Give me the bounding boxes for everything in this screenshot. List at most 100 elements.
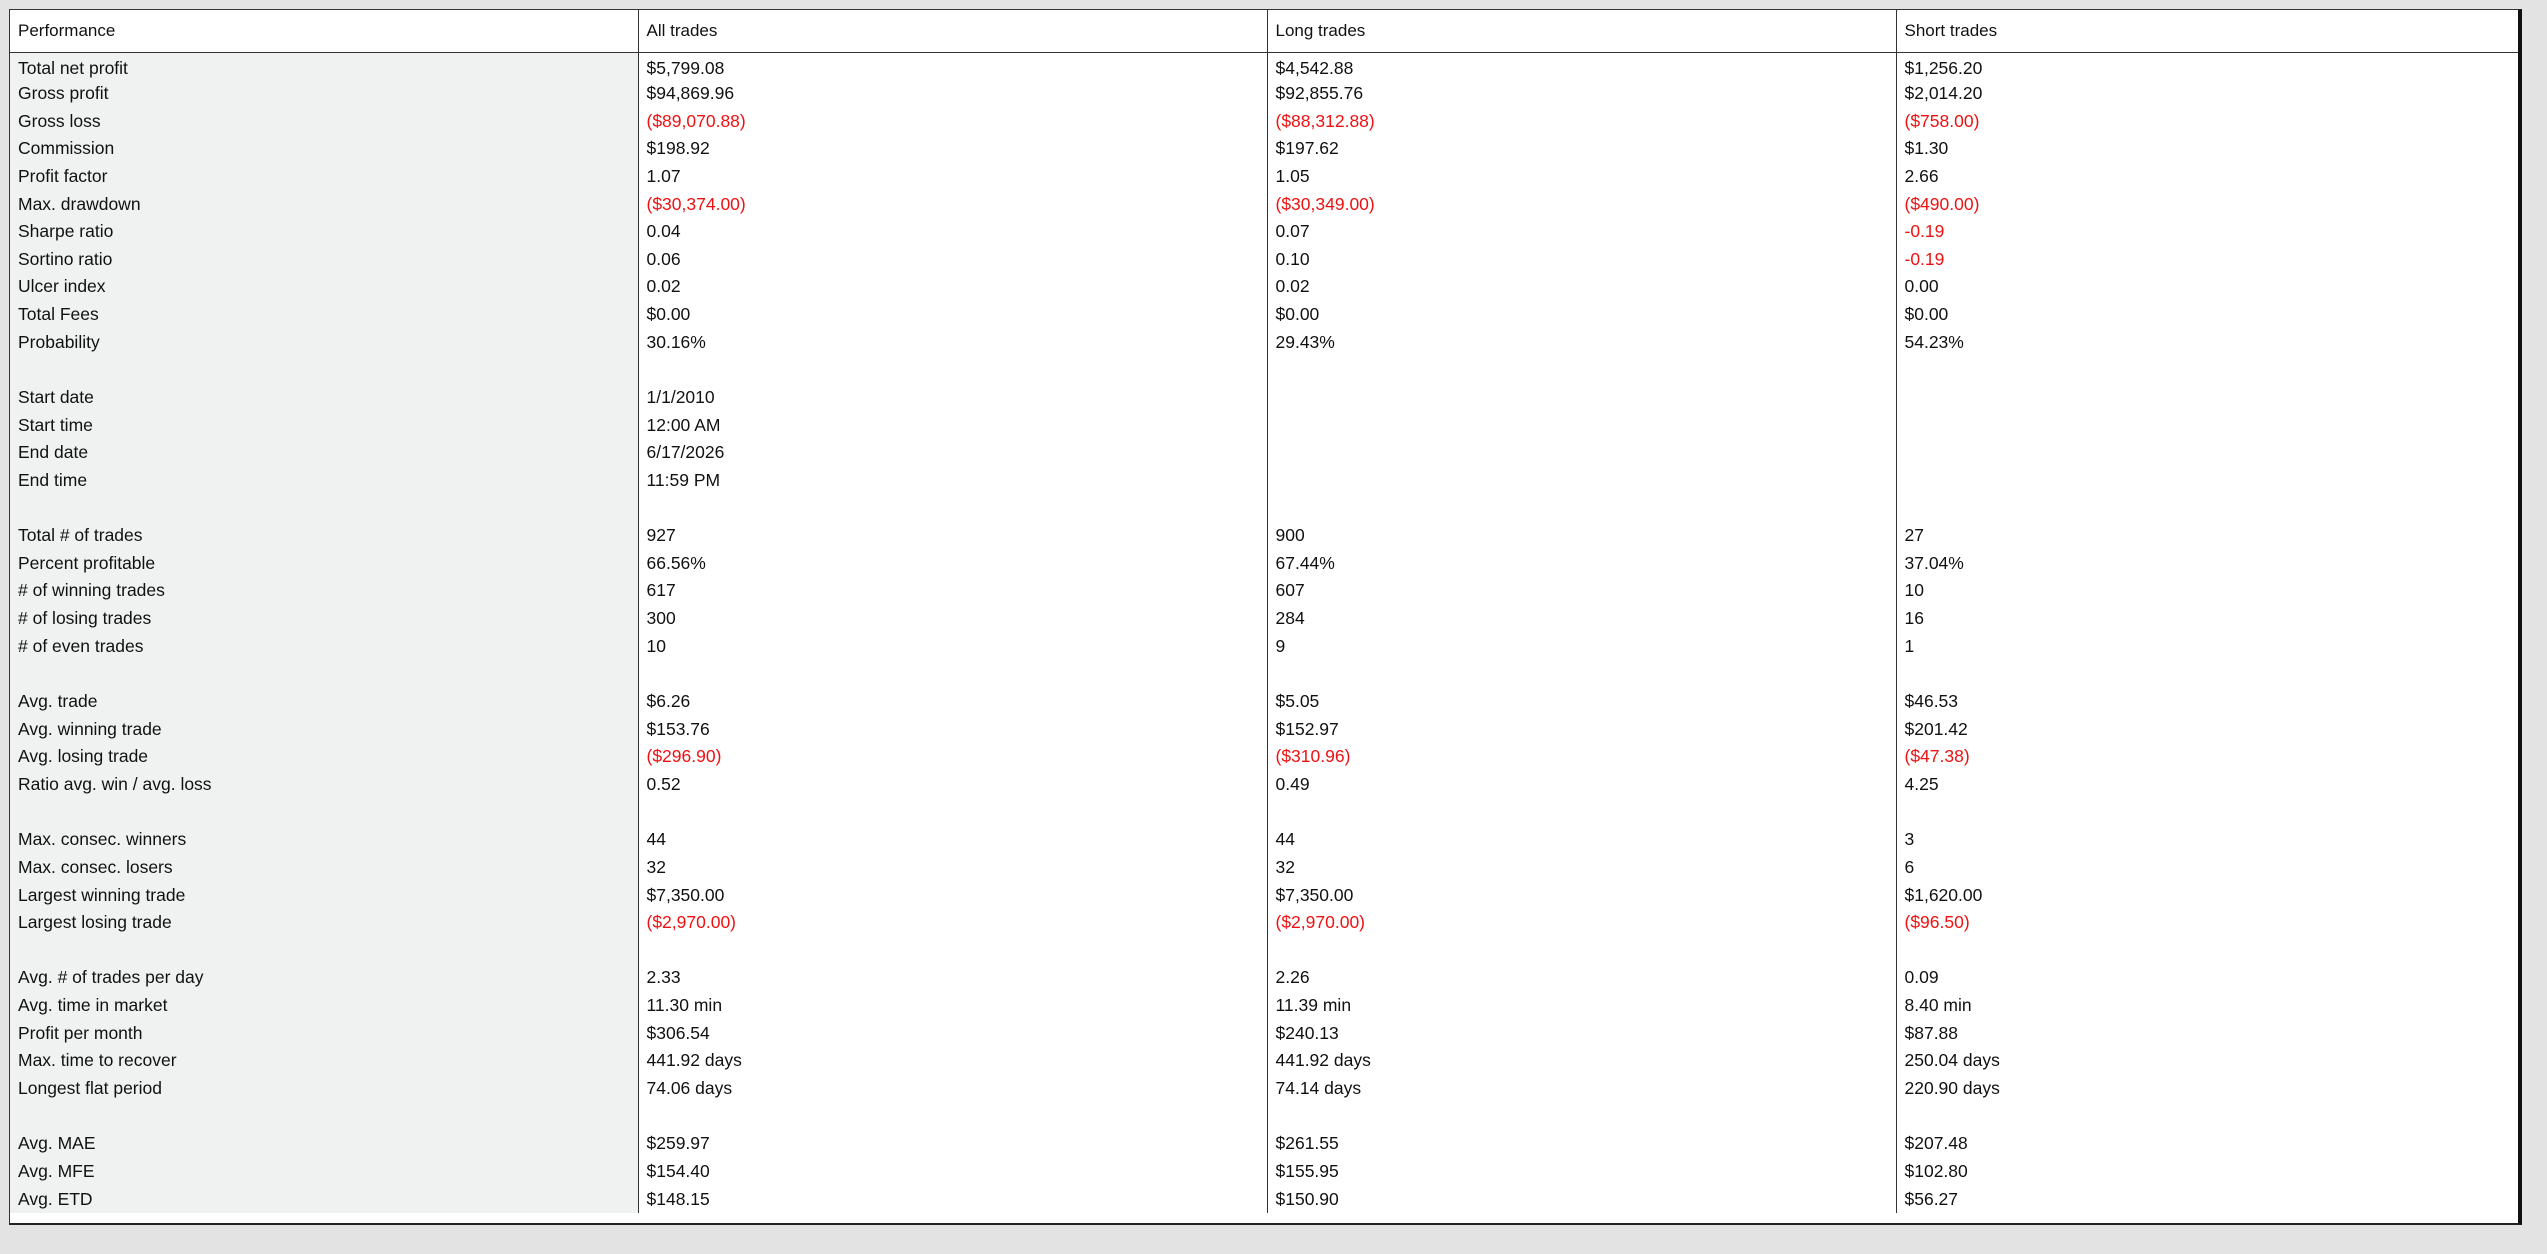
metric-label: Avg. winning trade — [10, 715, 638, 744]
short-trades-value: ($490.00) — [1895, 190, 2518, 218]
metric-label: Total net profit — [10, 52, 638, 80]
metric-label: Profit per month — [10, 1019, 638, 1048]
all-trades-value: 6/17/2026 — [637, 438, 1267, 467]
metric-label — [10, 1102, 638, 1130]
all-trades-value: $198.92 — [637, 134, 1267, 163]
metric-label: Ratio avg. win / avg. loss — [10, 770, 638, 799]
short-trades-value: 0.09 — [1895, 964, 2518, 992]
table-body: Total net profit $5,799.08 $4,542.88 $1,256… — [10, 52, 2518, 1213]
metric-label: Start time — [10, 411, 638, 439]
short-trades-value: 220.90 days — [1895, 1074, 2518, 1103]
metric-label — [10, 660, 638, 688]
table-bottom-margin — [10, 1213, 2518, 1223]
all-trades-value — [637, 1102, 1267, 1130]
long-trades-value: 2.26 — [1266, 964, 1896, 992]
all-trades-value: 2.33 — [637, 964, 1267, 992]
all-trades-value: $148.15 — [637, 1185, 1267, 1213]
metric-label: Sharpe ratio — [10, 217, 638, 246]
short-trades-value: -0.19 — [1895, 245, 2518, 274]
metric-label: Start date — [10, 383, 638, 412]
all-trades-value: 300 — [637, 604, 1267, 633]
short-trades-value: 54.23% — [1895, 328, 2518, 357]
short-trades-value — [1895, 466, 2518, 495]
metric-label: Commission — [10, 134, 638, 163]
metric-label: Sortino ratio — [10, 245, 638, 274]
all-trades-value — [637, 936, 1267, 965]
short-trades-value — [1895, 383, 2518, 412]
metric-label: Avg. MFE — [10, 1157, 638, 1186]
table-row: End date 6/17/2026 — [10, 438, 2518, 467]
long-trades-value — [1266, 411, 1896, 439]
long-trades-value: $152.97 — [1266, 715, 1896, 744]
long-trades-value: $5.05 — [1266, 687, 1896, 716]
metric-label: Avg. trade — [10, 687, 638, 716]
short-trades-value: ($47.38) — [1895, 743, 2518, 771]
long-trades-value: 67.44% — [1266, 549, 1896, 578]
all-trades-value: $259.97 — [637, 1129, 1267, 1158]
short-trades-value: 0.00 — [1895, 273, 2518, 301]
long-trades-value: $7,350.00 — [1266, 881, 1896, 909]
all-trades-value: 0.06 — [637, 245, 1267, 274]
all-trades-value: 11:59 PM — [637, 466, 1267, 495]
all-trades-value: 0.52 — [637, 770, 1267, 799]
metric-label — [10, 798, 638, 826]
all-trades-value: $6.26 — [637, 687, 1267, 716]
table-row: Avg. ETD $148.15 $150.90 $56.27 — [10, 1185, 2518, 1213]
all-trades-value: 617 — [637, 577, 1267, 605]
header-all-trades[interactable]: All trades — [637, 10, 1267, 53]
metric-label: Gross profit — [10, 79, 638, 108]
long-trades-value: $0.00 — [1266, 300, 1896, 329]
long-trades-value: 11.39 min — [1266, 991, 1896, 1020]
table-row: Avg. losing trade ($296.90) ($310.96) ($47.… — [10, 743, 2518, 771]
long-trades-value — [1266, 383, 1896, 412]
metric-label — [10, 494, 638, 522]
table-row: Largest winning trade $7,350.00 $7,350.00 $… — [10, 881, 2518, 909]
table-row: Avg. MAE $259.97 $261.55 $207.48 — [10, 1129, 2518, 1158]
metric-label: Probability — [10, 328, 638, 357]
table-row: Largest losing trade ($2,970.00) ($2,970.0… — [10, 908, 2518, 937]
short-trades-value: 8.40 min — [1895, 991, 2518, 1020]
table-row: Avg. trade $6.26 $5.05 $46.53 — [10, 687, 2518, 716]
table-row: Ulcer index 0.02 0.02 0.00 — [10, 273, 2518, 301]
all-trades-value: $94,869.96 — [637, 79, 1267, 108]
all-trades-value — [637, 660, 1267, 688]
header-performance[interactable]: Performance — [10, 10, 638, 53]
all-trades-value: ($2,970.00) — [637, 908, 1267, 937]
table-row: Sortino ratio 0.06 0.10 -0.19 — [10, 245, 2518, 274]
all-trades-value: $153.76 — [637, 715, 1267, 744]
metric-label: Gross loss — [10, 107, 638, 135]
long-trades-value: 0.10 — [1266, 245, 1896, 274]
all-trades-value: $0.00 — [637, 300, 1267, 329]
all-trades-value: ($30,374.00) — [637, 190, 1267, 218]
long-trades-value — [1266, 438, 1896, 467]
header-long-trades[interactable]: Long trades — [1266, 10, 1896, 53]
table-row: Avg. winning trade $153.76 $152.97 $201.42 — [10, 715, 2518, 744]
all-trades-value: $7,350.00 — [637, 881, 1267, 909]
short-trades-value — [1895, 1102, 2518, 1130]
short-trades-value — [1895, 494, 2518, 522]
short-trades-value: $87.88 — [1895, 1019, 2518, 1048]
metric-label: Avg. time in market — [10, 991, 638, 1020]
all-trades-value: 74.06 days — [637, 1074, 1267, 1103]
header-row: Performance All trades Long trades Short… — [10, 10, 2518, 53]
header-short-trades[interactable]: Short trades — [1895, 10, 2518, 53]
short-trades-value: 16 — [1895, 604, 2518, 633]
metric-label: # of losing trades — [10, 604, 638, 633]
all-trades-value — [637, 494, 1267, 522]
long-trades-value: $197.62 — [1266, 134, 1896, 163]
table-row: Longest flat period 74.06 days 74.14 days 2… — [10, 1074, 2518, 1103]
all-trades-value: 0.02 — [637, 273, 1267, 301]
all-trades-value: $5,799.08 — [637, 52, 1267, 80]
long-trades-value: 74.14 days — [1266, 1074, 1896, 1103]
table-row: # of losing trades 300 284 16 — [10, 604, 2518, 633]
long-trades-value: $240.13 — [1266, 1019, 1896, 1048]
short-trades-value: 27 — [1895, 521, 2518, 550]
table-row: Percent profitable 66.56% 67.44% 37.04% — [10, 549, 2518, 578]
short-trades-value: ($96.50) — [1895, 908, 2518, 937]
long-trades-value: ($310.96) — [1266, 743, 1896, 771]
metric-label: Profit factor — [10, 162, 638, 191]
short-trades-value: $1,620.00 — [1895, 881, 2518, 909]
table-row: Avg. time in market 11.30 min 11.39 min 8.4… — [10, 991, 2518, 1020]
short-trades-value — [1895, 660, 2518, 688]
long-trades-value: ($30,349.00) — [1266, 190, 1896, 218]
